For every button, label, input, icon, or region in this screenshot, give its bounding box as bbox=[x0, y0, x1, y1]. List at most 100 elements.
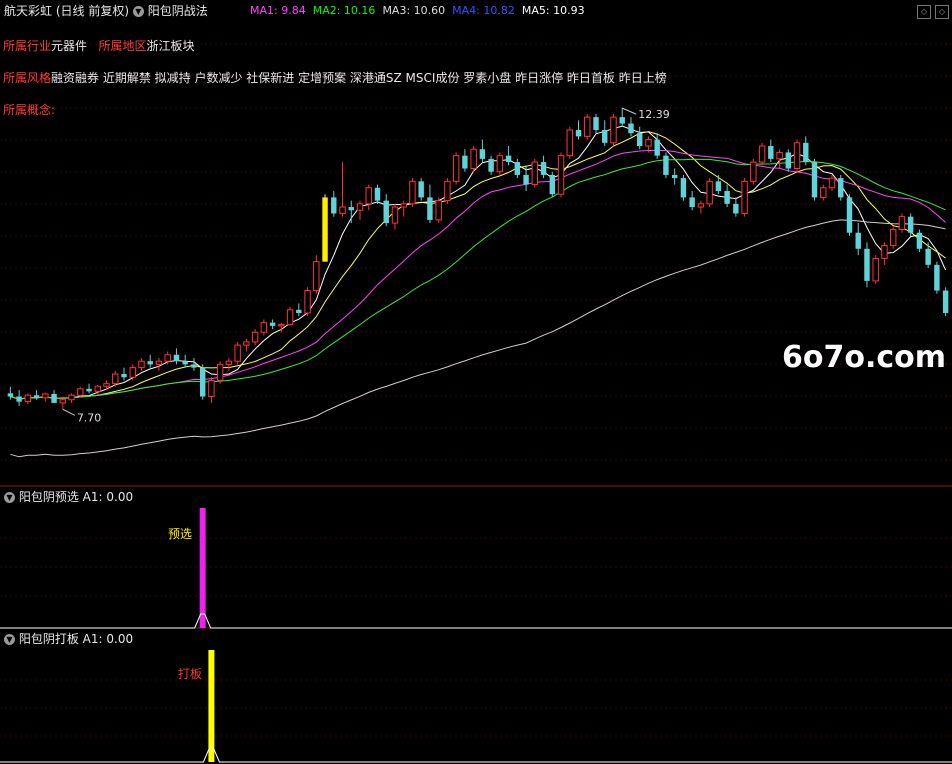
candle-body bbox=[907, 216, 914, 233]
candle-body bbox=[916, 232, 923, 249]
candle-body bbox=[505, 155, 512, 163]
candle-body bbox=[619, 117, 625, 124]
candle-body bbox=[339, 206, 346, 214]
style-line: 所属风格融资融券 近期解禁 拟减持 户数减少 社保新进 定增预案 深港通SZ M… bbox=[3, 69, 667, 86]
style-value[interactable]: 融资融券 近期解禁 拟减持 户数减少 社保新进 定增预案 深港通SZ MSCI成… bbox=[51, 71, 667, 85]
candle-body bbox=[260, 322, 268, 333]
candle-body bbox=[593, 117, 599, 130]
low-annotation: 7.70 bbox=[77, 411, 102, 424]
panel3-header: ▼ 阳包阴打板 A1: 0.00 bbox=[4, 631, 133, 647]
candle-body bbox=[733, 203, 739, 214]
candle-body bbox=[112, 373, 119, 385]
candle-body bbox=[94, 385, 101, 392]
panel2-title[interactable]: 阳包阴预选 bbox=[19, 490, 79, 504]
candle-body bbox=[68, 394, 75, 401]
industry-value[interactable]: 元器件 bbox=[51, 39, 87, 53]
candle-body bbox=[540, 162, 547, 175]
high-annotation-line bbox=[622, 107, 637, 115]
panel2-signal-label: 预选 bbox=[168, 527, 193, 541]
candle-body bbox=[7, 393, 14, 397]
candle-body bbox=[348, 207, 354, 211]
candle-body bbox=[462, 155, 468, 169]
candle-body bbox=[715, 181, 722, 191]
candle-body bbox=[846, 197, 853, 233]
candle-body bbox=[741, 180, 748, 214]
candle-body bbox=[898, 216, 906, 231]
candle-body bbox=[418, 181, 424, 198]
candle-body bbox=[400, 203, 407, 208]
restore-button[interactable]: ◇ bbox=[935, 5, 949, 19]
candle-body bbox=[645, 139, 652, 147]
candle-body bbox=[689, 197, 695, 208]
candle-body bbox=[636, 133, 643, 147]
candle-body bbox=[409, 180, 416, 205]
chevron-down-icon[interactable]: ▼ bbox=[4, 492, 15, 503]
candle-body bbox=[391, 206, 399, 224]
panel3-value: A1: 0.00 bbox=[82, 632, 134, 646]
candle-body bbox=[269, 322, 276, 326]
ma5-label: MA5: 10.93 bbox=[521, 4, 585, 17]
candle-body bbox=[575, 129, 582, 137]
candle-body bbox=[208, 379, 215, 398]
candle-body bbox=[51, 393, 57, 403]
signal-bar bbox=[199, 508, 206, 628]
minimize-button[interactable]: ◇ bbox=[917, 5, 931, 19]
candle-body bbox=[942, 290, 949, 314]
panel2-value: A1: 0.00 bbox=[82, 490, 134, 504]
candle-body bbox=[671, 174, 678, 179]
candle-body bbox=[610, 116, 617, 144]
chevron-down-icon[interactable]: ▼ bbox=[132, 6, 144, 17]
candle-body bbox=[697, 203, 705, 208]
candle-body bbox=[383, 200, 389, 224]
ma1-label: MA1: 9.84 bbox=[250, 4, 306, 17]
candle-body bbox=[129, 367, 136, 378]
region-value[interactable]: 浙江板块 bbox=[147, 39, 195, 53]
candle-body bbox=[191, 364, 197, 368]
candle-body bbox=[243, 341, 250, 346]
chevron-down-icon[interactable]: ▼ bbox=[4, 634, 15, 645]
candle-body bbox=[103, 383, 110, 387]
candle-body bbox=[251, 331, 259, 343]
strategy-name[interactable]: 阳包阴战法 bbox=[148, 4, 208, 18]
candle-body bbox=[785, 152, 792, 169]
candle-body bbox=[452, 155, 460, 182]
ma-legend: MA1: 9.84 MA2: 10.16 MA3: 10.60 MA4: 10.… bbox=[250, 2, 585, 20]
candle-body bbox=[496, 155, 504, 173]
candle-body bbox=[514, 162, 521, 175]
candle-body bbox=[164, 354, 171, 362]
stock-name[interactable]: 航天彩虹 bbox=[4, 4, 52, 18]
candle-body bbox=[286, 309, 294, 326]
candle-body bbox=[828, 177, 836, 189]
candle-body bbox=[24, 394, 32, 403]
candle-body bbox=[750, 161, 757, 182]
candle-body bbox=[225, 360, 233, 365]
candle-body bbox=[374, 187, 381, 201]
candle-body bbox=[173, 354, 180, 362]
chart-canvas: 12.39 7.70 bbox=[0, 43, 952, 763]
ma4-label: MA4: 10.82 bbox=[452, 4, 515, 17]
candle-body bbox=[155, 360, 163, 365]
ma-line-ma5 bbox=[10, 219, 946, 458]
panel3-title[interactable]: 阳包阴打板 bbox=[19, 632, 79, 646]
candle-body bbox=[793, 142, 801, 170]
candle-body bbox=[549, 174, 556, 195]
candle-body bbox=[811, 162, 818, 198]
candle-body bbox=[147, 361, 153, 365]
candle-body bbox=[199, 367, 206, 397]
candle-body bbox=[444, 180, 451, 202]
candle-body bbox=[531, 161, 539, 186]
period-label[interactable]: (日线 前复权) bbox=[56, 4, 129, 18]
candle-body bbox=[470, 148, 477, 170]
candle-body bbox=[768, 146, 774, 159]
candle-body bbox=[16, 396, 22, 402]
signal-baseline bbox=[0, 747, 952, 763]
candle-body bbox=[855, 232, 861, 249]
candle-body bbox=[864, 248, 870, 281]
style-label: 所属风格 bbox=[3, 71, 52, 85]
candle-body bbox=[216, 363, 224, 381]
candle-body bbox=[365, 187, 372, 205]
industry-line: 所属行业元器件 所属地区浙江板块 bbox=[3, 37, 195, 54]
candle-body bbox=[838, 178, 844, 198]
panel3-signal-label: 打板 bbox=[178, 667, 203, 681]
concept-label: 所属概念: bbox=[3, 103, 56, 117]
